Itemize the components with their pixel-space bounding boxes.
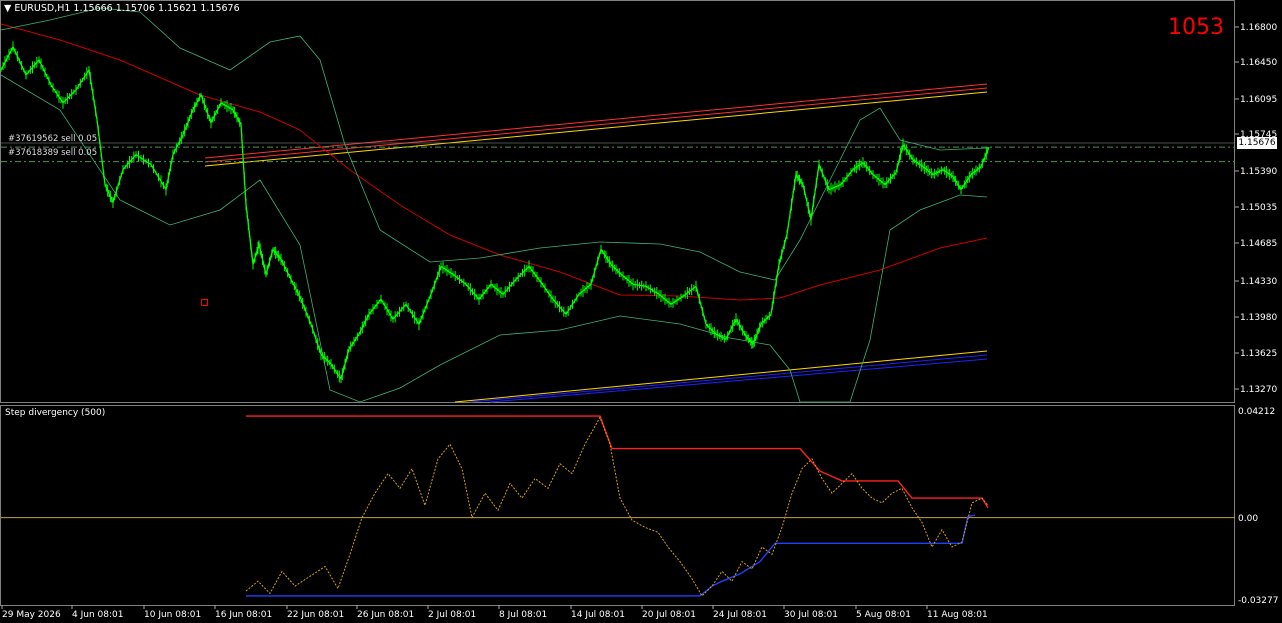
- channel-lower-blue: [469, 354, 988, 403]
- main-price-chart[interactable]: 1.168001.164501.160951.157451.153901.150…: [0, 0, 1282, 623]
- price-axis-label: 1.16095: [1240, 95, 1277, 105]
- channel-lower-yellow: [454, 350, 988, 403]
- time-axis-label: 4 Jun 08:01: [72, 610, 123, 620]
- channel-upper-yellow: [204, 91, 988, 167]
- time-axis-label: 2 Jul 08:01: [428, 610, 476, 620]
- current-price-badge: 1.15676: [1237, 137, 1277, 149]
- indicator-title: Step divergency (500): [5, 408, 106, 418]
- price-axis-label: 1.13270: [1240, 385, 1277, 395]
- price-axis-label: 1.14330: [1240, 277, 1277, 287]
- price-axis-label: 1.13625: [1240, 349, 1277, 359]
- bollinger-upper-band: [0, 7, 988, 281]
- time-axis-label: 24 Jul 08:01: [713, 610, 767, 620]
- order-label-1[interactable]: #37619562 sell 0.05: [8, 134, 97, 144]
- price-series-line: [0, 45, 990, 381]
- step-upper-line: [246, 415, 989, 509]
- divergency-line: [245, 416, 989, 597]
- time-axis-label: 29 May 2026: [2, 610, 61, 620]
- step-lower-line: [246, 514, 976, 597]
- time-axis-label: 20 Jul 08:01: [642, 610, 696, 620]
- time-axis-label: 8 Jul 08:01: [499, 610, 547, 620]
- time-axis-label: 16 Jun 08:01: [215, 610, 272, 620]
- order-label-2[interactable]: #37618389 sell 0.05: [8, 148, 97, 158]
- time-axis-label: 22 Jun 08:01: [287, 610, 344, 620]
- dropdown-triangle-icon[interactable]: ▼: [4, 3, 11, 14]
- time-axis-label: 11 Aug 08:01: [927, 610, 988, 620]
- bollinger-lower-band: [0, 74, 988, 403]
- price-axis-label: 1.16800: [1240, 23, 1277, 33]
- price-axis-label: 1.16450: [1240, 58, 1277, 68]
- chart-window[interactable]: 1.16800 1.16450 1.16095 1.15745 1.15390 1.150…: [0, 0, 1282, 623]
- indicator-panel-frame: [0, 405, 1235, 606]
- price-axis-label: 1.14685: [1240, 239, 1277, 249]
- counter-label: 1053: [1168, 15, 1224, 40]
- channel-lower-blue-2: [489, 358, 988, 403]
- price-axis-label: 1.15035: [1240, 203, 1277, 213]
- indicator-axis-label: -0.03277: [1238, 596, 1278, 606]
- current-price-badge-text: 1.15676: [1238, 138, 1276, 148]
- time-axis-label: 14 Jul 08:01: [571, 610, 625, 620]
- main-panel-frame: [0, 0, 1235, 403]
- trade-marker-icon[interactable]: [201, 299, 208, 306]
- symbol-header: ▼ EURUSD,H1 1.15666 1.15706 1.15621 1.15…: [4, 3, 240, 14]
- channel-upper-red-2: [204, 87, 988, 163]
- time-axis-label: 26 Jun 08:01: [357, 610, 414, 620]
- symbol-line: EURUSD,H1 1.15666 1.15706 1.15621 1.1567…: [14, 3, 240, 14]
- time-axis-label: 30 Jul 08:01: [784, 610, 838, 620]
- time-axis-label: 10 Jun 08:01: [144, 610, 201, 620]
- price-noise-group: [0, 41, 989, 384]
- indicator-axis-label: 0.04212: [1238, 407, 1275, 417]
- indicator-axis-label: 0.00: [1238, 514, 1258, 524]
- price-axis-label: 1.13980: [1240, 313, 1277, 323]
- price-axis-label: 1.15390: [1240, 167, 1277, 177]
- time-axis-label: 5 Aug 08:01: [856, 610, 911, 620]
